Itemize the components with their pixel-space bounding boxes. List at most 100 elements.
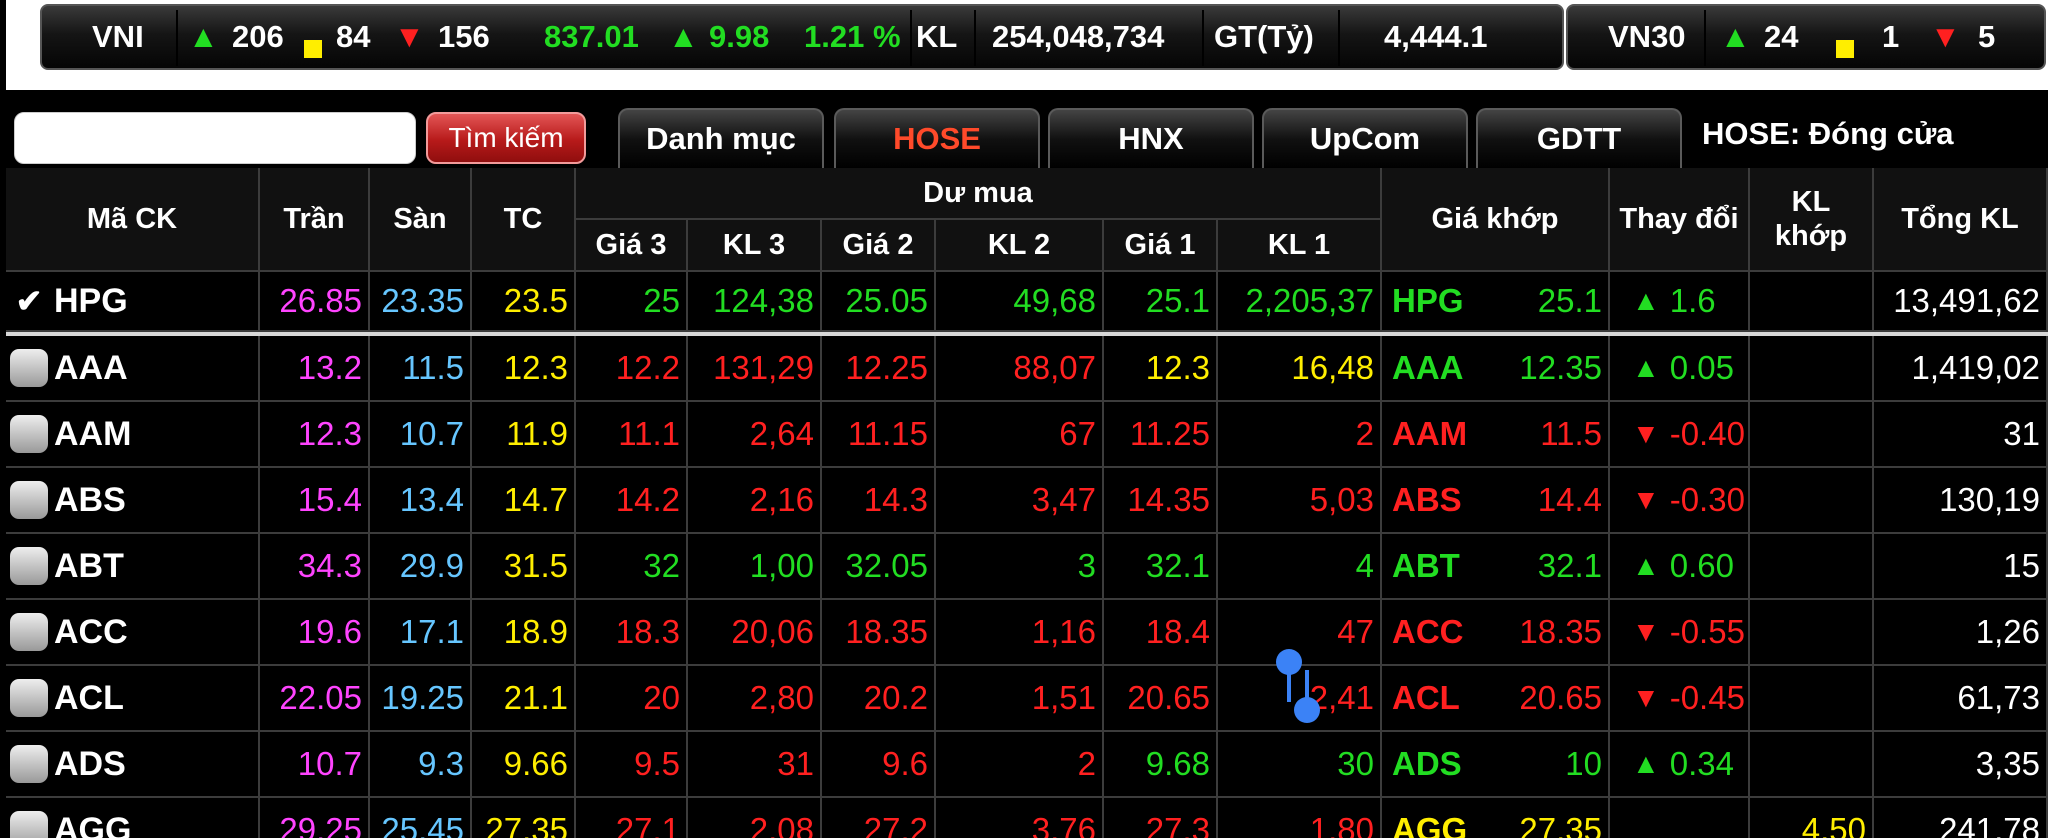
- match-price: 20.65: [1519, 679, 1602, 716]
- price-change-cell: ▼ -0.40: [1610, 402, 1750, 468]
- bid-vol-3: 31: [688, 732, 822, 798]
- reference-price: 9.66: [472, 732, 576, 798]
- checkmark-icon[interactable]: ✔: [10, 282, 48, 320]
- text-selection-handle-icon[interactable]: [1274, 646, 1324, 726]
- header-bid-vol-2[interactable]: KL 2: [936, 220, 1104, 272]
- down-arrow-icon: ▼: [1632, 418, 1660, 449]
- header-bid-price-1[interactable]: Giá 1: [1104, 220, 1218, 272]
- match-volume: [1750, 666, 1874, 732]
- match-price-cell: AAM 11.5: [1382, 402, 1610, 468]
- vni-change: 9.98: [709, 19, 770, 54]
- price-change-cell: [1610, 798, 1750, 838]
- checkbox[interactable]: [10, 811, 48, 838]
- match-code: AAA: [1392, 349, 1464, 386]
- match-code: ACL: [1392, 679, 1460, 716]
- stock-code-cell[interactable]: AAA: [6, 336, 260, 402]
- checkbox[interactable]: [10, 547, 48, 585]
- checkbox[interactable]: [10, 745, 48, 783]
- stock-code-cell[interactable]: ADS: [6, 732, 260, 798]
- header-code[interactable]: Mã CK: [6, 168, 260, 272]
- floor-price: 25.45: [370, 798, 472, 838]
- change-value: 0.34: [1669, 745, 1734, 782]
- change-value: 1.6: [1669, 282, 1716, 319]
- tab-upcom[interactable]: UpCom: [1262, 108, 1468, 168]
- checkbox[interactable]: [10, 415, 48, 453]
- stock-code: AAA: [54, 348, 128, 387]
- bid-vol-3: 20,06: [688, 600, 822, 666]
- bid-vol-2: 67: [936, 402, 1104, 468]
- search-input[interactable]: [14, 112, 416, 164]
- match-code: ACC: [1392, 613, 1464, 650]
- bid-vol-3: 131,29: [688, 336, 822, 402]
- match-volume: [1750, 402, 1874, 468]
- up-arrow-icon: ▲: [1632, 550, 1660, 581]
- header-reference[interactable]: TC: [472, 168, 576, 272]
- bid-price-1: 11.25: [1104, 402, 1218, 468]
- checkbox[interactable]: [10, 349, 48, 387]
- bid-price-1: 25.1: [1104, 272, 1218, 332]
- vni-label: VNI: [92, 19, 144, 54]
- checkbox[interactable]: [10, 679, 48, 717]
- match-volume: [1750, 336, 1874, 402]
- reference-price: 27.35: [472, 798, 576, 838]
- stock-code-cell[interactable]: ABS: [6, 468, 260, 534]
- stock-code: ADS: [54, 744, 126, 783]
- vn30-panel[interactable]: VN30 ▲ 24 1 ▼ 5: [1566, 4, 2046, 70]
- stock-code-cell[interactable]: ACC: [6, 600, 260, 666]
- bid-price-2: 27.2: [822, 798, 936, 838]
- bid-price-3: 12.2: [576, 336, 688, 402]
- bid-price-1: 32.1: [1104, 534, 1218, 600]
- tab-hnx[interactable]: HNX: [1048, 108, 1254, 168]
- stock-code-cell[interactable]: AAM: [6, 402, 260, 468]
- checkbox[interactable]: [10, 613, 48, 651]
- search-button[interactable]: Tìm kiếm: [426, 112, 586, 164]
- match-volume: 4,50: [1750, 798, 1874, 838]
- header-bid-vol-1[interactable]: KL 1: [1218, 220, 1382, 272]
- header-change[interactable]: Thay đổi: [1610, 168, 1750, 272]
- floor-price: 9.3: [370, 732, 472, 798]
- match-price: 32.1: [1537, 547, 1602, 584]
- match-price: 27.35: [1519, 811, 1602, 838]
- tab-danh-muc[interactable]: Danh mục: [618, 108, 824, 168]
- ceiling-price: 34.3: [260, 534, 370, 600]
- header-match-volume[interactable]: KL khớp: [1750, 168, 1874, 272]
- match-volume: [1750, 600, 1874, 666]
- price-change-cell: ▼ -0.45: [1610, 666, 1750, 732]
- stock-code-cell[interactable]: AGG: [6, 798, 260, 838]
- tab-hose[interactable]: HOSE: [834, 108, 1040, 168]
- price-board-table: Mã CK Trần Sàn TC Dư mua Giá 3 KL 3 Giá …: [6, 168, 2048, 838]
- controls-row: Tìm kiếm Danh mục HOSE HNX UpCom GDTT HO…: [6, 90, 2048, 168]
- header-bid-price-3[interactable]: Giá 3: [576, 220, 688, 272]
- bid-vol-1: 1,80: [1218, 798, 1382, 838]
- bid-price-2: 11.15: [822, 402, 936, 468]
- checkbox[interactable]: [10, 481, 48, 519]
- bid-price-3: 20: [576, 666, 688, 732]
- stock-code: ACC: [54, 612, 128, 651]
- ref-square-icon: [1836, 30, 1854, 66]
- stock-code-cell[interactable]: ABT: [6, 534, 260, 600]
- vni-panel[interactable]: VNI ▲ 206 84 ▼ 156 837.01 ▲ 9.98 1.21 % …: [40, 4, 1564, 70]
- vni-down-count: 156: [438, 19, 490, 54]
- down-arrow-icon: ▼: [394, 19, 425, 54]
- header-floor[interactable]: Sàn: [370, 168, 472, 272]
- price-change-cell: ▲ 1.6: [1610, 272, 1750, 332]
- match-price-cell: ADS 10: [1382, 732, 1610, 798]
- reference-price: 12.3: [472, 336, 576, 402]
- bid-vol-1: 5,03: [1218, 468, 1382, 534]
- match-price-cell: ABS 14.4: [1382, 468, 1610, 534]
- index-bar: VNI ▲ 206 84 ▼ 156 837.01 ▲ 9.98 1.21 % …: [0, 0, 2048, 90]
- stock-code: ABS: [54, 480, 126, 519]
- header-ceiling[interactable]: Trần: [260, 168, 370, 272]
- ceiling-price: 19.6: [260, 600, 370, 666]
- tab-gdtt[interactable]: GDTT: [1476, 108, 1682, 168]
- header-total-volume[interactable]: Tổng KL: [1874, 168, 2048, 272]
- bid-vol-2: 1,51: [936, 666, 1104, 732]
- stock-code-cell[interactable]: ACL: [6, 666, 260, 732]
- stock-code-cell[interactable]: ✔ HPG: [6, 272, 260, 332]
- header-bid-price-2[interactable]: Giá 2: [822, 220, 936, 272]
- bid-price-1: 12.3: [1104, 336, 1218, 402]
- stock-code: ABT: [54, 546, 124, 585]
- bid-price-1: 20.65: [1104, 666, 1218, 732]
- header-match-price[interactable]: Giá khớp: [1382, 168, 1610, 272]
- header-bid-vol-3[interactable]: KL 3: [688, 220, 822, 272]
